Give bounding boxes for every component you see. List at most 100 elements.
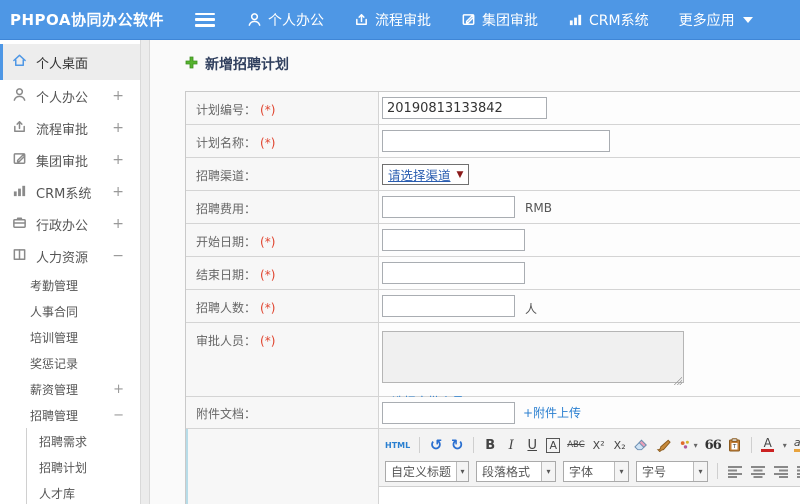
subscript-button[interactable]: X₂ [613, 439, 627, 452]
expand-plus-icon[interactable]: + [112, 88, 124, 104]
app-logo: PHPOA协同办公软件 [10, 11, 164, 29]
headcount-input[interactable] [382, 295, 515, 317]
recruit-plan-form: 计划编号：(*) 计划名称：(*) 招聘渠道： 请选择渠道 ▼ [185, 91, 800, 504]
caret-down-icon [742, 16, 753, 23]
sidebar-item-attendance-mgmt[interactable]: 考勤管理 [0, 272, 140, 298]
redo-button[interactable]: ↻ [450, 436, 464, 454]
topnav-workflow-approval[interactable]: 流程审批 [354, 10, 431, 30]
form-row-headcount: 招聘人数： (*) 人 [186, 290, 800, 323]
sidebar-item-admin-office[interactable]: 行政办公 + [0, 208, 140, 240]
field-label: 开始日期： [196, 235, 257, 249]
sidebar-item-personal-office[interactable]: 个人办公 + [0, 80, 140, 112]
topnav-label: 更多应用 [678, 12, 735, 29]
approver-textarea[interactable] [382, 331, 684, 383]
sidebar-item-label: 培训管理 [30, 330, 79, 345]
hamburger-menu-icon[interactable] [195, 12, 215, 27]
collapse-minus-icon[interactable]: − [112, 248, 124, 264]
topnav-label: CRM系统 [589, 12, 649, 29]
end-date-input[interactable] [382, 262, 525, 284]
superscript-button[interactable]: X² [592, 439, 606, 452]
required-marker: (*) [260, 301, 276, 315]
app-window: PHPOA协同办公软件 个人办公 流程审批 集团审批 CRM系统 更多应用 个人… [0, 0, 800, 504]
attachment-input[interactable] [382, 402, 515, 424]
required-marker: (*) [260, 235, 276, 249]
resize-handle-icon[interactable] [674, 377, 682, 385]
cost-input[interactable] [382, 196, 515, 218]
plan-number-input[interactable] [382, 97, 547, 119]
expand-plus-icon[interactable]: + [112, 152, 124, 168]
sidebar-item-human-resources[interactable]: 人力资源 − [0, 240, 140, 272]
attachment-upload-link[interactable]: +附件上传 [523, 404, 581, 421]
highlight-color-button[interactable]: ab [794, 437, 800, 452]
form-row-channel: 招聘渠道： 请选择渠道 ▼ [186, 158, 800, 191]
align-right-button[interactable] [773, 465, 789, 478]
align-justify-button[interactable] [796, 465, 800, 478]
sidebar-item-workflow-approval[interactable]: 流程审批 + [0, 112, 140, 144]
font-size-select[interactable]: 字号 ▾ [636, 460, 708, 482]
underline-button[interactable]: U [525, 438, 539, 453]
form-row-plan-number: 计划编号： (*) [186, 92, 800, 125]
align-center-button[interactable] [750, 465, 766, 478]
sidebar-item-recruit-plan[interactable]: 招聘计划 [27, 454, 140, 480]
align-left-button[interactable] [727, 465, 743, 478]
autotypeset-button[interactable]: A [546, 437, 561, 453]
custom-title-select[interactable]: 自定义标题 ▾ [385, 460, 469, 482]
sidebar-item-talent-pool[interactable]: 人才库 [27, 480, 140, 504]
italic-button[interactable]: I [504, 438, 518, 453]
undo-button[interactable]: ↺ [429, 436, 443, 454]
paint-format-button[interactable]: ▾ [678, 438, 698, 452]
svg-text:T: T [732, 444, 737, 450]
strikethrough-button[interactable]: ABC [567, 440, 584, 450]
expand-plus-icon[interactable]: + [112, 184, 124, 200]
sidebar-item-recruit-demand[interactable]: 招聘需求 [27, 428, 140, 454]
sidebar-scrollbar[interactable] [140, 40, 150, 504]
bold-button[interactable]: B [483, 438, 497, 453]
sidebar-item-label: 薪资管理 [30, 382, 79, 397]
expand-plus-icon[interactable]: + [112, 216, 124, 232]
font-color-button[interactable]: A [761, 437, 775, 452]
field-label: 招聘渠道： [196, 169, 257, 183]
channel-select[interactable]: 请选择渠道 ▼ [382, 164, 470, 185]
blockquote-button[interactable]: 66 [705, 438, 722, 453]
topnav-personal-office[interactable]: 个人办公 [247, 10, 324, 30]
form-row-attachment: 附件文档： +附件上传 [186, 397, 800, 429]
sidebar-item-crm-system[interactable]: CRM系统 + [0, 176, 140, 208]
top-bar: PHPOA协同办公软件 个人办公 流程审批 集团审批 CRM系统 更多应用 [0, 0, 800, 40]
sidebar-item-reward-punishment[interactable]: 奖惩记录 [0, 350, 140, 376]
start-date-input[interactable] [382, 229, 525, 251]
editor-toolbar-row1: HTML ↺ ↻ B I U A ABC X² X₂ ▾ 66 T A ▾ a [385, 432, 800, 458]
required-marker: (*) [260, 136, 276, 150]
html-source-button[interactable]: HTML [385, 441, 410, 450]
topnav-crm-system[interactable]: CRM系统 [568, 10, 649, 30]
paragraph-format-select[interactable]: 段落格式 ▾ [476, 460, 556, 482]
select-caret-icon: ▾ [614, 461, 628, 481]
editor-content-area[interactable] [379, 487, 800, 504]
plan-name-input[interactable] [382, 130, 610, 152]
collapse-minus-icon[interactable]: − [113, 408, 124, 423]
currency-unit: RMB [525, 201, 552, 215]
sidebar-item-hr-contract[interactable]: 人事合同 [0, 298, 140, 324]
expand-plus-icon[interactable]: + [112, 120, 124, 136]
topnav-more-apps[interactable]: 更多应用 [679, 10, 753, 30]
format-brush-button[interactable] [656, 438, 671, 452]
sidebar: 个人桌面 个人办公 + 流程审批 + 集团审批 + CRM系统 + 行政办公 +… [0, 40, 140, 504]
eraser-button[interactable] [633, 438, 649, 452]
sidebar-item-personal-desktop[interactable]: 个人桌面 [0, 44, 140, 80]
sidebar-item-salary-mgmt[interactable]: 薪资管理 + [0, 376, 140, 402]
font-family-select[interactable]: 字体 ▾ [563, 460, 629, 482]
sidebar-item-recruit-mgmt[interactable]: 招聘管理 − [0, 402, 140, 428]
sidebar-item-label: 招聘计划 [39, 460, 88, 475]
book-icon [12, 247, 27, 266]
expand-plus-icon[interactable]: + [113, 382, 124, 397]
paste-text-button[interactable]: T [728, 438, 742, 452]
topnav-label: 集团审批 [482, 12, 538, 29]
topnav-group-approval[interactable]: 集团审批 [461, 10, 538, 30]
main-content: 新增招聘计划 计划编号：(*) 计划名称：(*) 招聘渠道： [150, 40, 800, 504]
people-unit: 人 [525, 302, 538, 316]
required-marker: (*) [260, 103, 276, 117]
sidebar-item-training-mgmt[interactable]: 培训管理 [0, 324, 140, 350]
sidebar-item-group-approval[interactable]: 集团审批 + [0, 144, 140, 176]
sidebar-item-label: CRM系统 [36, 186, 92, 202]
sidebar-item-label: 流程审批 [36, 122, 89, 138]
sidebar-item-label: 行政办公 [36, 218, 89, 234]
